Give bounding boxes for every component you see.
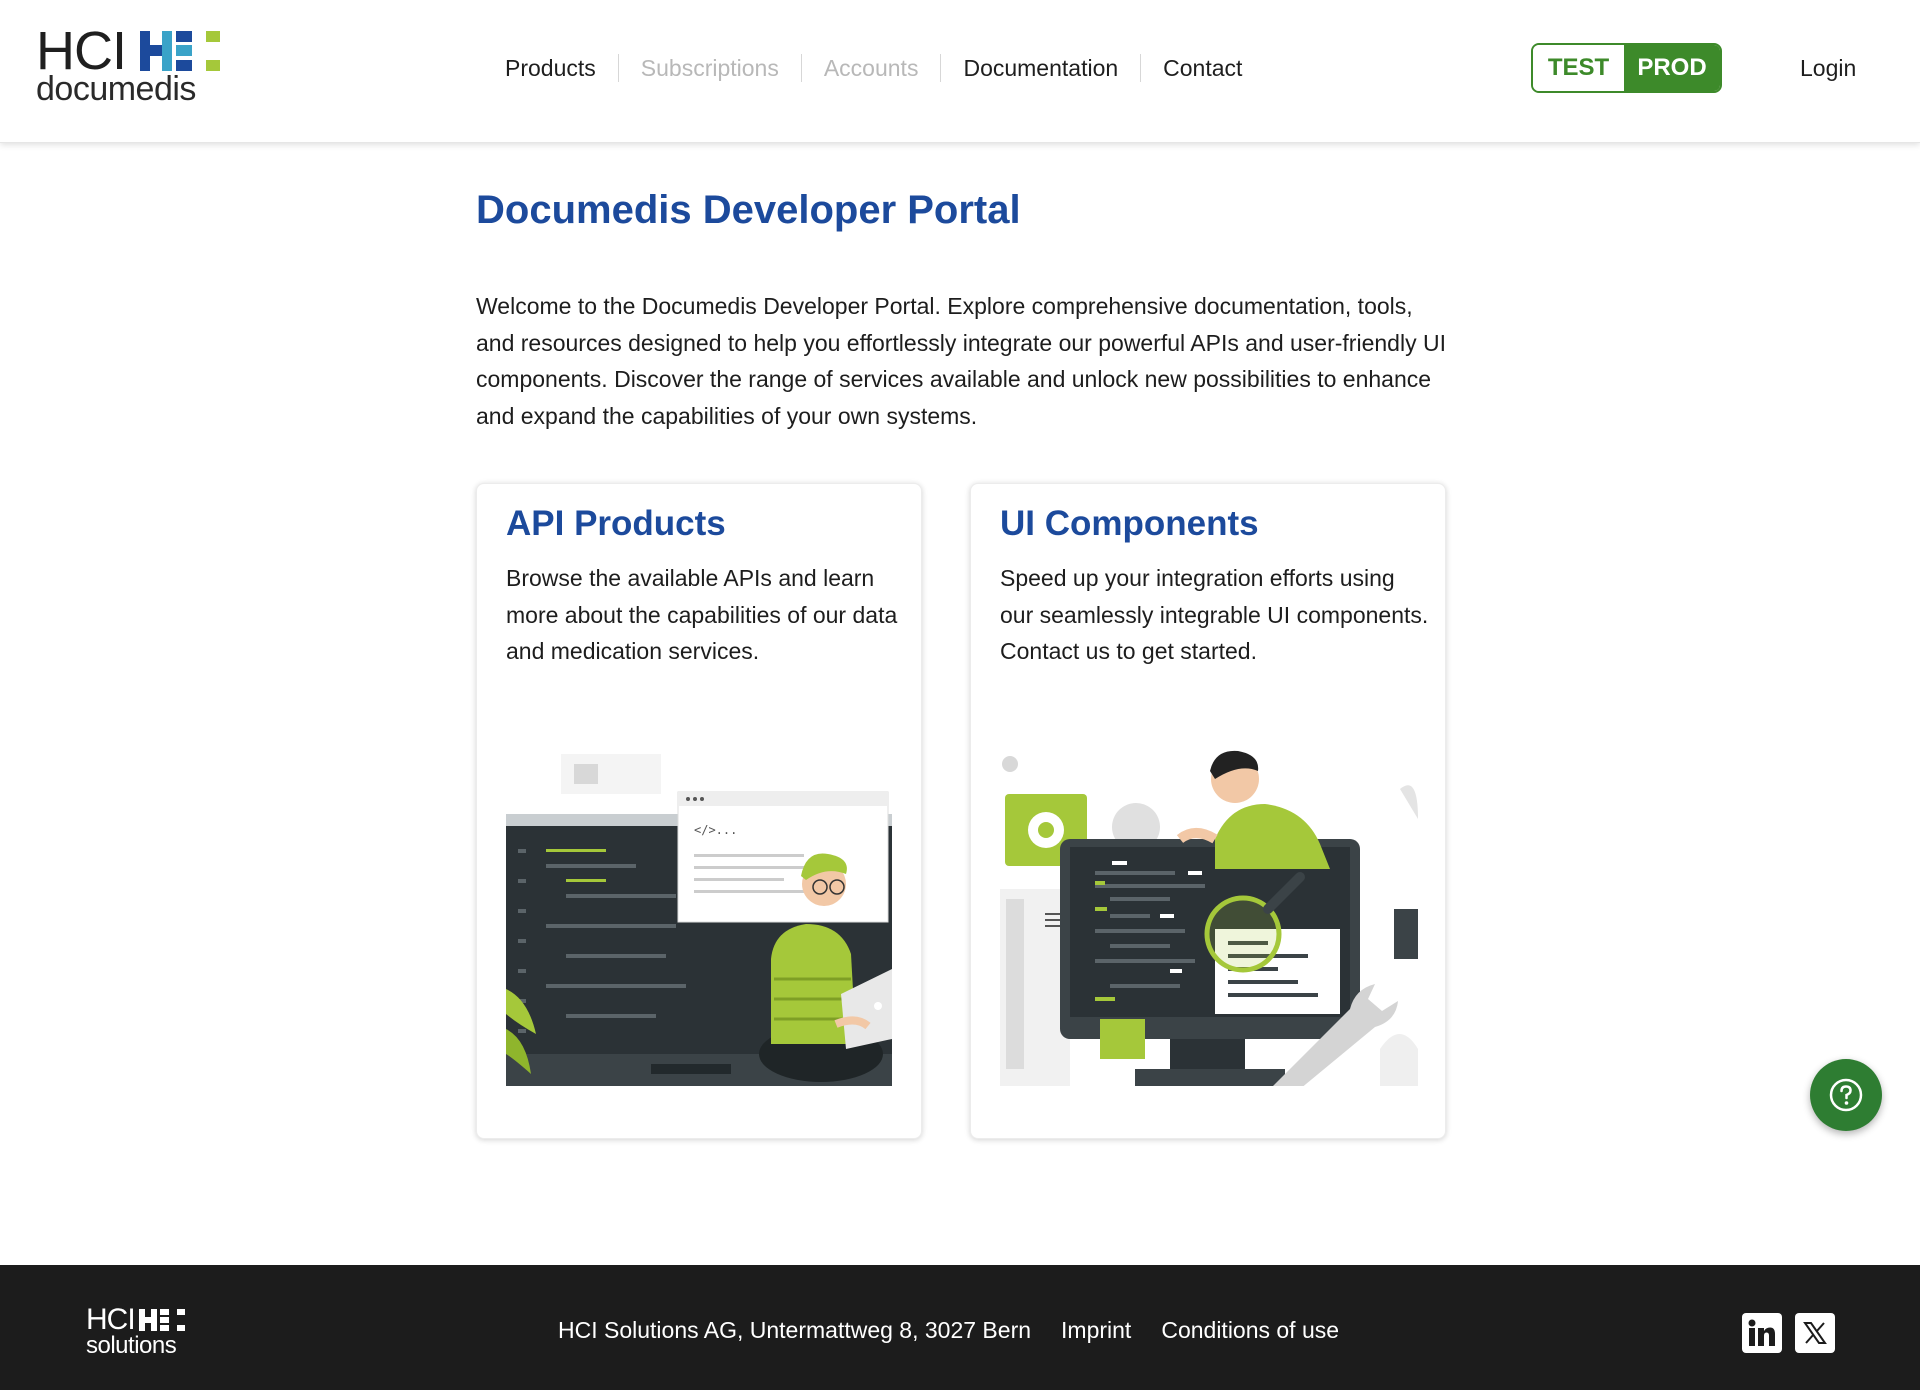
- card-description: Browse the available APIs and learn more…: [506, 565, 898, 664]
- nav-item-subscriptions: Subscriptions: [640, 55, 779, 81]
- logo-product-text: documedis: [36, 70, 196, 108]
- nav-item-accounts: Accounts: [823, 55, 919, 81]
- question-icon: [1829, 1078, 1863, 1112]
- card-description: Speed up your integration efforts using …: [1000, 565, 1429, 664]
- linkedin-link[interactable]: [1742, 1313, 1782, 1353]
- footer-logo-sub: solutions: [86, 1332, 177, 1359]
- footer-logo-brand: HCI: [86, 1303, 136, 1336]
- conditions-of-use-link[interactable]: Conditions of use: [1161, 1310, 1339, 1350]
- intro-paragraph: Welcome to the Documedis Developer Porta…: [476, 293, 1446, 429]
- x-link[interactable]: [1795, 1313, 1835, 1353]
- api-products-card[interactable]: API Products Browse the available APIs a…: [476, 483, 922, 1139]
- imprint-link[interactable]: Imprint: [1061, 1310, 1131, 1350]
- site-header: HCI documedis Products Subscriptions Acc…: [0, 0, 1920, 143]
- nav-item-products[interactable]: Products: [505, 48, 618, 88]
- nav-item-documentation[interactable]: Documentation: [941, 48, 1140, 88]
- card-title: UI Components: [1000, 504, 1259, 543]
- login-link[interactable]: Login: [1800, 48, 1856, 88]
- nav-item-contact[interactable]: Contact: [1141, 48, 1264, 88]
- main-nav: Products Subscriptions Accounts Document…: [505, 48, 1264, 88]
- footer-links: HCI Solutions AG, Untermattweg 8, 3027 B…: [558, 1310, 1369, 1350]
- developer-with-monitor-illustration: [1000, 750, 1418, 1086]
- linkedin-icon: [1748, 1319, 1775, 1346]
- logo-brand-text: HCI: [36, 21, 127, 81]
- environment-toggle: TEST PROD: [1531, 43, 1722, 93]
- site-footer: HCI solutions HCI Solutions AG, Untermat…: [0, 1265, 1920, 1390]
- svg-text:</>...: </>...: [694, 823, 737, 837]
- help-button[interactable]: [1810, 1059, 1882, 1131]
- ui-components-card[interactable]: UI Components Speed up your integration …: [970, 483, 1446, 1139]
- hci-documedis-logo[interactable]: HCI documedis: [36, 21, 246, 112]
- hci-mark-icon: [138, 1309, 185, 1331]
- hci-solutions-logo[interactable]: HCI solutions: [86, 1303, 206, 1359]
- page-title: Documedis Developer Portal: [476, 188, 1021, 232]
- env-prod-button[interactable]: PROD: [1624, 45, 1720, 91]
- company-address: HCI Solutions AG, Untermattweg 8, 3027 B…: [558, 1317, 1032, 1343]
- card-title: API Products: [506, 504, 726, 543]
- env-test-button[interactable]: TEST: [1533, 45, 1624, 91]
- x-icon: [1803, 1322, 1827, 1344]
- hci-mark-icon: [140, 31, 220, 71]
- developer-with-laptop-illustration: </>...: [506, 754, 892, 1086]
